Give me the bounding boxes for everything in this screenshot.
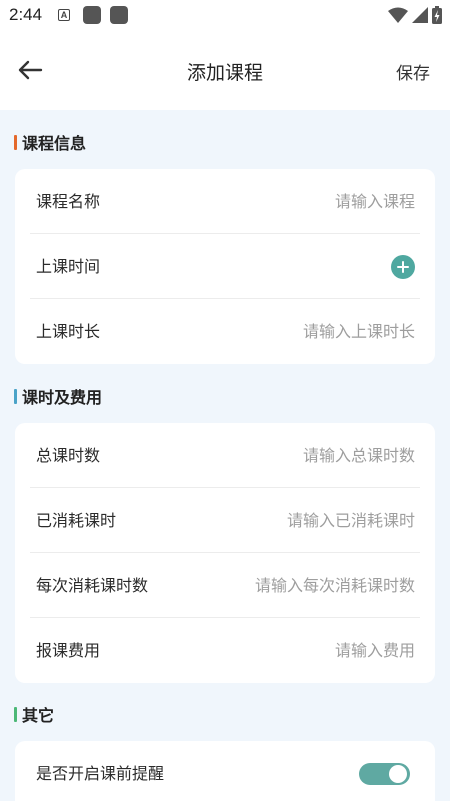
row-label: 总课时数 bbox=[36, 446, 101, 465]
row-label: 是否开启课前提醒 bbox=[36, 764, 165, 783]
form-row-consumed-hours: 已消耗课时 bbox=[30, 488, 420, 553]
notification-a-icon: A bbox=[58, 9, 70, 21]
status-bar: 2:44 A bbox=[0, 0, 450, 30]
page-title: 添加课程 bbox=[186, 62, 263, 84]
form-row-reminder: 是否开启课前提醒 bbox=[30, 741, 420, 801]
form-row-course-name: 课程名称 bbox=[30, 169, 420, 234]
section-header-hours-fees: 课时及费用 bbox=[14, 384, 102, 408]
app-bar: 添加课程 保存 bbox=[0, 30, 450, 110]
form-row-class-time: 上课时间 bbox=[30, 234, 420, 299]
form-row-class-duration: 上课时长 bbox=[30, 299, 420, 364]
form-row-fee: 报课费用 bbox=[30, 618, 420, 683]
form-row-total-hours: 总课时数 bbox=[30, 423, 420, 488]
status-time: 2:44 bbox=[9, 5, 43, 24]
battery-icon bbox=[432, 6, 442, 24]
section-header-other: 其它 bbox=[14, 702, 54, 726]
add-time-button[interactable] bbox=[391, 255, 415, 279]
signal-icon bbox=[412, 7, 428, 23]
row-label: 每次消耗课时数 bbox=[36, 576, 149, 595]
row-label: 已消耗课时 bbox=[36, 511, 117, 530]
save-button[interactable]: 保存 bbox=[396, 59, 430, 84]
consumed-hours-input[interactable] bbox=[195, 505, 415, 535]
section-title: 课时及费用 bbox=[22, 388, 103, 407]
hours-fees-card: 总课时数 已消耗课时 每次消耗课时数 报课费用 bbox=[15, 423, 435, 683]
row-label: 报课费用 bbox=[36, 641, 101, 660]
status-icons bbox=[388, 6, 442, 24]
fee-input[interactable] bbox=[195, 635, 415, 665]
reminder-toggle[interactable] bbox=[359, 763, 410, 785]
row-label: 课程名称 bbox=[36, 192, 101, 211]
section-header-course-info: 课程信息 bbox=[14, 130, 86, 154]
wifi-icon bbox=[388, 7, 408, 23]
section-accent-bar bbox=[14, 388, 17, 404]
form-row-hours-per-class: 每次消耗课时数 bbox=[30, 553, 420, 618]
row-label: 上课时间 bbox=[36, 257, 101, 276]
section-accent-bar bbox=[14, 706, 17, 722]
row-label: 上课时长 bbox=[36, 322, 101, 341]
other-card: 是否开启课前提醒 bbox=[15, 741, 435, 801]
course-info-card: 课程名称 上课时间 上课时长 bbox=[15, 169, 435, 364]
total-hours-input[interactable] bbox=[195, 440, 415, 470]
section-accent-bar bbox=[14, 134, 17, 150]
course-name-input[interactable] bbox=[195, 186, 415, 216]
section-title: 课程信息 bbox=[22, 134, 87, 153]
hours-per-class-input[interactable] bbox=[175, 570, 415, 600]
class-duration-input[interactable] bbox=[195, 316, 415, 346]
notification-icon bbox=[83, 6, 101, 24]
section-title: 其它 bbox=[22, 706, 55, 725]
toggle-knob bbox=[389, 765, 407, 783]
notification-icon bbox=[110, 6, 128, 24]
